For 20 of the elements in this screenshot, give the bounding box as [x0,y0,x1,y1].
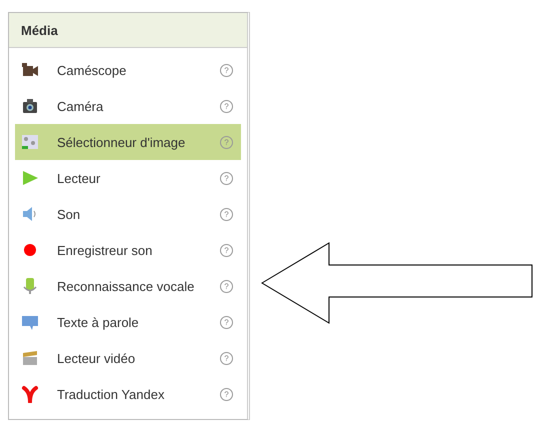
palette-item[interactable]: Reconnaissance vocale ? [15,268,241,304]
help-icon[interactable]: ? [220,316,233,328]
help-icon[interactable]: ? [220,352,233,364]
help-icon[interactable]: ? [220,64,233,76]
help-icon[interactable]: ? [220,172,233,184]
palette-item[interactable]: Lecteur ? [15,160,241,196]
palette-item[interactable]: Caméra ? [15,88,241,124]
help-icon[interactable]: ? [220,244,233,256]
palette-item[interactable]: Caméscope ? [15,52,241,88]
palette-item[interactable]: Son ? [15,196,241,232]
panel-header[interactable]: Média [9,13,247,48]
help-icon[interactable]: ? [220,388,233,400]
help-icon[interactable]: ? [220,208,233,220]
palette-item[interactable]: Texte à parole ? [15,304,241,340]
help-icon[interactable]: ? [220,280,233,292]
palette-item[interactable]: Sélectionneur d'image ? [15,124,241,160]
palette-item[interactable]: Lecteur vidéo ? [15,340,241,376]
palette-item[interactable]: Enregistreur son ? [15,232,241,268]
help-icon[interactable]: ? [220,100,233,112]
palette-item[interactable]: Traduction Yandex ? [15,376,241,412]
